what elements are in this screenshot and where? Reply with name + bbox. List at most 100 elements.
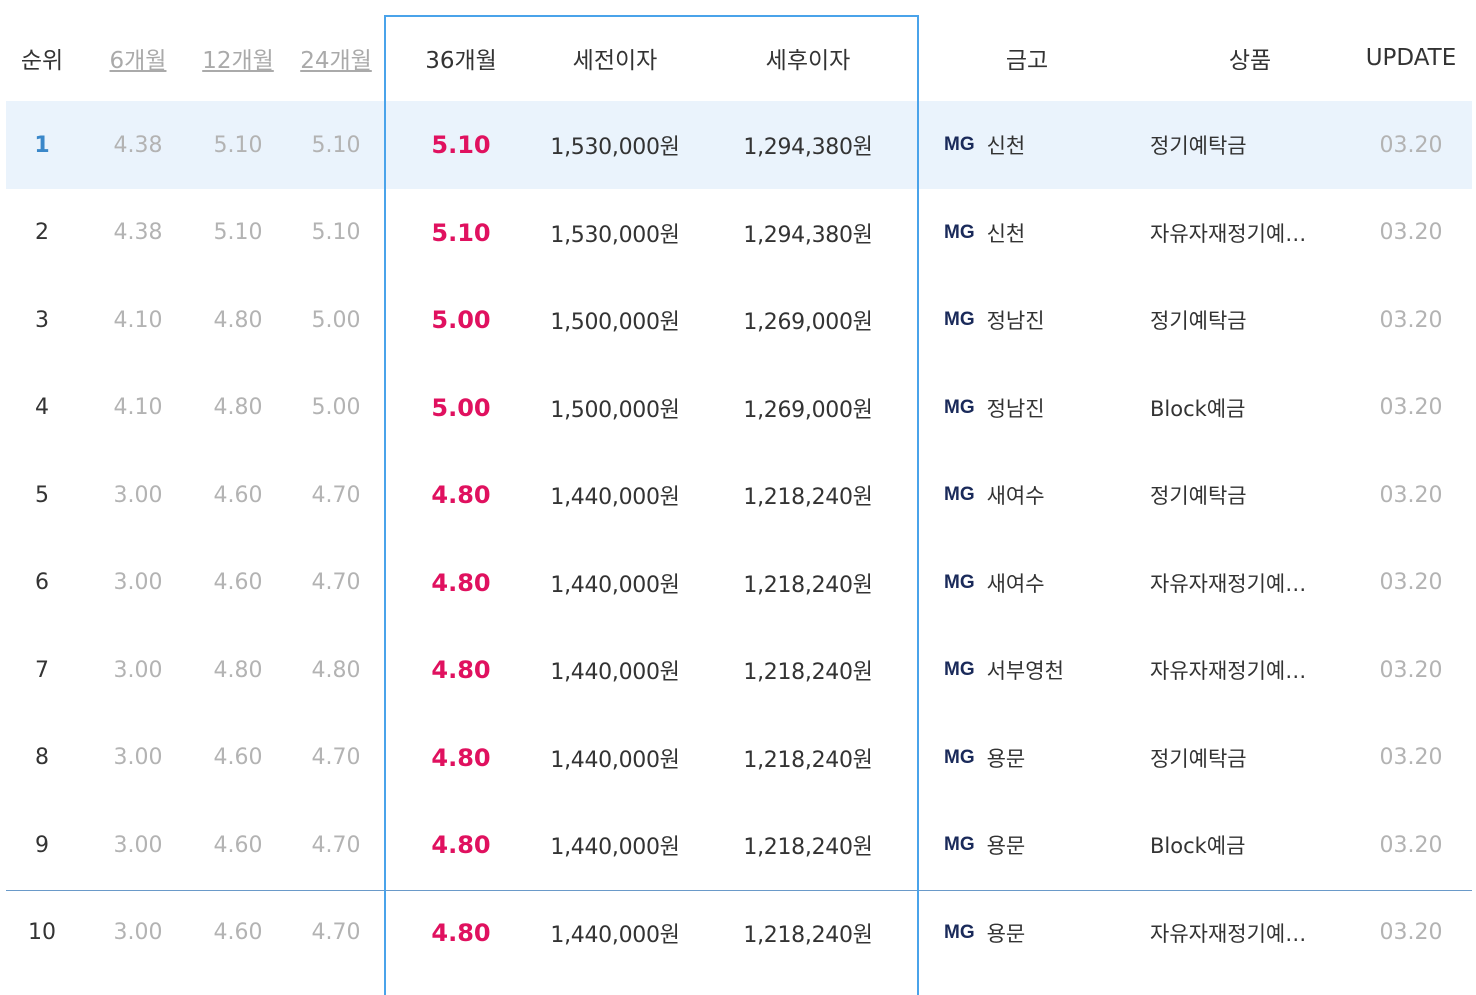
bank-name: 신천 — [986, 134, 1026, 158]
header-bank: 금고 — [1005, 48, 1049, 74]
product-cell[interactable]: 정기예탁금 — [1150, 101, 1350, 189]
product-cell[interactable]: Block예금 — [1150, 801, 1350, 889]
bank-name: 신천 — [986, 221, 1026, 246]
rate-36-month-cell: 4.80 — [431, 656, 491, 684]
update-date-cell: 03.20 — [1379, 307, 1443, 333]
header-product: 상품 — [1228, 48, 1272, 74]
mg-logo-icon: MG — [944, 221, 975, 243]
bank-name: 정남진 — [986, 396, 1045, 421]
post-tax-interest-cell: 1,218,240원 — [743, 922, 873, 948]
table-row[interactable]: 9 3.00 4.60 4.70 4.80 1,440,000원 1,218,240원 MG 용… — [6, 801, 1472, 889]
rank-cell: 8 — [35, 745, 49, 770]
mg-logo-icon: MG — [944, 396, 975, 418]
update-date-cell: 03.20 — [1379, 220, 1443, 245]
header-post-tax-interest: 세후이자 — [765, 48, 851, 74]
rate-36-month-cell: 5.00 — [431, 393, 491, 422]
post-tax-interest-cell: 1,218,240원 — [743, 835, 873, 860]
rate-24-month-cell: 4.70 — [311, 832, 361, 858]
rate-24-month-cell: 4.80 — [311, 657, 361, 683]
rate-12-month-cell: 5.10 — [213, 220, 263, 245]
table-row[interactable]: 6 3.00 4.60 4.70 4.80 1,440,000원 1,218,240원 MG 새… — [6, 539, 1472, 627]
table-row[interactable]: 2 4.38 5.10 5.10 5.10 1,530,000원 1,294,380원 MG 신… — [6, 189, 1472, 277]
rate-24-month-cell: 4.70 — [311, 745, 361, 770]
table-row[interactable]: 5 3.00 4.60 4.70 4.80 1,440,000원 1,218,240원 MG 새… — [6, 451, 1472, 539]
rank-cell: 6 — [35, 570, 49, 595]
bank-name: 새여수 — [986, 571, 1045, 596]
rate-24-month-cell: 5.10 — [311, 132, 361, 158]
bank-cell[interactable]: MG 용문 — [922, 889, 1132, 977]
bank-cell[interactable]: MG 서부영천 — [922, 626, 1132, 714]
product-cell[interactable]: 자유자재정기예… — [1150, 889, 1350, 977]
rank-cell: 7 — [35, 657, 49, 683]
rate-36-month-cell: 5.10 — [431, 218, 491, 247]
rate-24-month-cell: 4.70 — [311, 482, 361, 508]
table-row[interactable]: 3 4.10 4.80 5.00 5.00 1,500,000원 1,269,000원 MG 정… — [6, 276, 1472, 364]
rate-6-month-cell: 4.38 — [113, 132, 163, 158]
rank-cell: 2 — [35, 220, 49, 245]
product-cell[interactable]: Block예금 — [1150, 364, 1350, 452]
table-header: 순위 6개월 12개월 24개월 36개월 세전이자 세후이자 금고 상품 UP… — [6, 15, 1472, 102]
bank-name: 용문 — [986, 746, 1026, 771]
table-row[interactable]: 7 3.00 4.80 4.80 4.80 1,440,000원 1,218,240원 MG 서… — [6, 626, 1472, 714]
pre-tax-interest-cell: 1,440,000원 — [550, 660, 680, 685]
rate-12-month-cell: 4.60 — [213, 832, 263, 858]
mg-logo-icon: MG — [944, 834, 975, 855]
table-row[interactable]: 1 4.38 5.10 5.10 5.10 1,530,000원 1,294,380원 MG 신… — [6, 101, 1472, 189]
update-date-cell: 03.20 — [1379, 745, 1443, 770]
update-date-cell: 03.20 — [1379, 570, 1443, 595]
update-date-cell: 03.20 — [1379, 832, 1443, 858]
bank-name: 정남진 — [986, 309, 1045, 333]
post-tax-interest-cell: 1,294,380원 — [743, 222, 873, 248]
rate-6-month-cell: 3.00 — [113, 482, 163, 508]
pre-tax-interest-cell: 1,500,000원 — [550, 310, 680, 335]
rate-6-month-cell: 4.10 — [113, 307, 163, 333]
post-tax-interest-cell: 1,294,380원 — [743, 135, 873, 160]
bank-cell[interactable]: MG 신천 — [922, 101, 1132, 189]
table-row[interactable]: 8 3.00 4.60 4.70 4.80 1,440,000원 1,218,240원 MG 용… — [6, 714, 1472, 802]
rate-36-month-cell: 4.80 — [431, 481, 491, 509]
pre-tax-interest-cell: 1,440,000원 — [550, 747, 680, 773]
rate-12-month-cell: 4.60 — [213, 920, 263, 945]
rank-cell: 9 — [35, 832, 49, 858]
header-12-month-sort-link[interactable]: 12개월 — [190, 15, 286, 101]
rate-6-month-cell: 4.38 — [113, 220, 163, 245]
mg-logo-icon: MG — [944, 659, 975, 680]
bank-cell[interactable]: MG 용문 — [922, 801, 1132, 889]
table-row[interactable]: 4 4.10 4.80 5.00 5.00 1,500,000원 1,269,000원 MG 정… — [6, 364, 1472, 452]
update-date-cell: 03.20 — [1379, 482, 1443, 508]
rate-36-month-cell: 4.80 — [431, 743, 491, 772]
rate-24-month-cell: 4.70 — [311, 570, 361, 595]
header-24-month-sort-link[interactable]: 24개월 — [288, 15, 384, 101]
rate-12-month-cell: 4.60 — [213, 482, 263, 508]
table-row[interactable]: 10 3.00 4.60 4.70 4.80 1,440,000원 1,218,240원 MG… — [6, 889, 1472, 977]
product-cell[interactable]: 정기예탁금 — [1150, 451, 1350, 539]
rate-12-month-cell: 4.80 — [213, 657, 263, 683]
post-tax-interest-cell: 1,218,240원 — [743, 572, 873, 598]
rate-6-month-cell: 3.00 — [113, 745, 163, 770]
bank-cell[interactable]: MG 용문 — [922, 714, 1132, 802]
bank-cell[interactable]: MG 정남진 — [922, 364, 1132, 452]
mg-logo-icon: MG — [944, 571, 975, 593]
product-cell[interactable]: 자유자재정기예… — [1150, 539, 1350, 627]
update-date-cell: 03.20 — [1379, 132, 1443, 158]
rate-6-month-cell: 3.00 — [113, 570, 163, 595]
post-tax-interest-cell: 1,269,000원 — [743, 397, 873, 423]
header-6-month-sort-link[interactable]: 6개월 — [90, 15, 186, 101]
product-cell[interactable]: 자유자재정기예… — [1150, 626, 1350, 714]
product-cell[interactable]: 정기예탁금 — [1150, 714, 1350, 802]
mg-logo-icon: MG — [944, 484, 975, 505]
bank-cell[interactable]: MG 신천 — [922, 189, 1132, 277]
bank-cell[interactable]: MG 새여수 — [922, 539, 1132, 627]
rate-36-month-cell: 5.10 — [431, 131, 491, 159]
header-36-month: 36개월 — [425, 48, 497, 74]
bank-cell[interactable]: MG 새여수 — [922, 451, 1132, 539]
header-rank: 순위 — [20, 48, 64, 74]
rank-cell: 1 — [34, 132, 50, 158]
mg-logo-icon: MG — [944, 309, 975, 330]
pre-tax-interest-cell: 1,440,000원 — [550, 572, 680, 598]
mg-logo-icon: MG — [944, 921, 975, 943]
product-cell[interactable]: 정기예탁금 — [1150, 276, 1350, 364]
bank-cell[interactable]: MG 정남진 — [922, 276, 1132, 364]
product-cell[interactable]: 자유자재정기예… — [1150, 189, 1350, 277]
rate-12-month-cell: 5.10 — [213, 132, 263, 158]
